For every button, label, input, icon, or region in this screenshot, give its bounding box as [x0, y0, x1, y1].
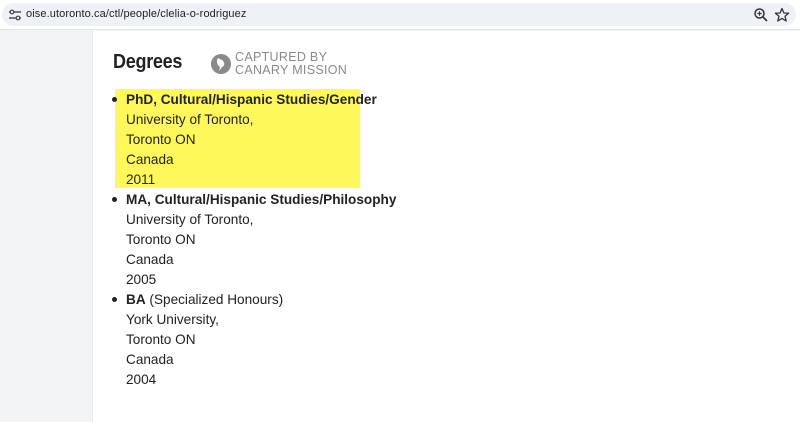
degree-item: BA (Specialized Honours) York University…	[107, 290, 396, 390]
degree-location: Toronto ON	[126, 232, 196, 247]
degree-title: PhD, Cultural/Hispanic Studies/Gender	[126, 92, 377, 107]
bullet-icon	[112, 197, 117, 202]
degree-country: Canada	[126, 352, 174, 367]
degree-institution: University of Toronto,	[126, 212, 254, 227]
browser-toolbar: oise.utoronto.ca/ctl/people/clelia-o-rod…	[0, 0, 800, 30]
degrees-list: PhD, Cultural/Hispanic Studies/Gender Un…	[107, 90, 396, 390]
degree-year: 2011	[126, 172, 156, 187]
degree-location: Toronto ON	[126, 332, 196, 347]
degree-year: 2004	[126, 372, 157, 387]
site-info-icon[interactable]	[8, 9, 22, 21]
zoom-icon[interactable]	[753, 7, 769, 23]
degree-location: Toronto ON	[126, 132, 196, 147]
degree-country: Canada	[126, 252, 174, 267]
page-content: Degrees CAPTURED BY CANARY MISSION PhD, …	[92, 31, 800, 422]
bullet-icon	[112, 297, 117, 302]
watermark-line-2: CANARY MISSION	[235, 62, 348, 77]
section-heading: Degrees	[113, 51, 183, 73]
degree-year: 2005	[126, 272, 157, 287]
url-text[interactable]: oise.utoronto.ca/ctl/people/clelia-o-rod…	[26, 7, 246, 22]
degree-institution: York University,	[126, 312, 219, 327]
degree-country: Canada	[126, 152, 174, 167]
watermark-line-1: CAPTURED BY	[235, 50, 328, 64]
degree-item: MA, Cultural/Hispanic Studies/Philosophy…	[107, 190, 396, 290]
address-bar[interactable]: oise.utoronto.ca/ctl/people/clelia-o-rod…	[2, 3, 796, 26]
degree-item: PhD, Cultural/Hispanic Studies/Gender Un…	[107, 90, 396, 190]
degree-institution: University of Toronto,	[126, 112, 254, 127]
bullet-icon	[112, 97, 117, 102]
star-icon[interactable]	[774, 7, 790, 23]
degree-title: MA, Cultural/Hispanic Studies/Philosophy	[126, 192, 397, 207]
canary-logo-icon	[210, 53, 232, 75]
degree-title: BA (Specialized Honours)	[126, 292, 284, 307]
